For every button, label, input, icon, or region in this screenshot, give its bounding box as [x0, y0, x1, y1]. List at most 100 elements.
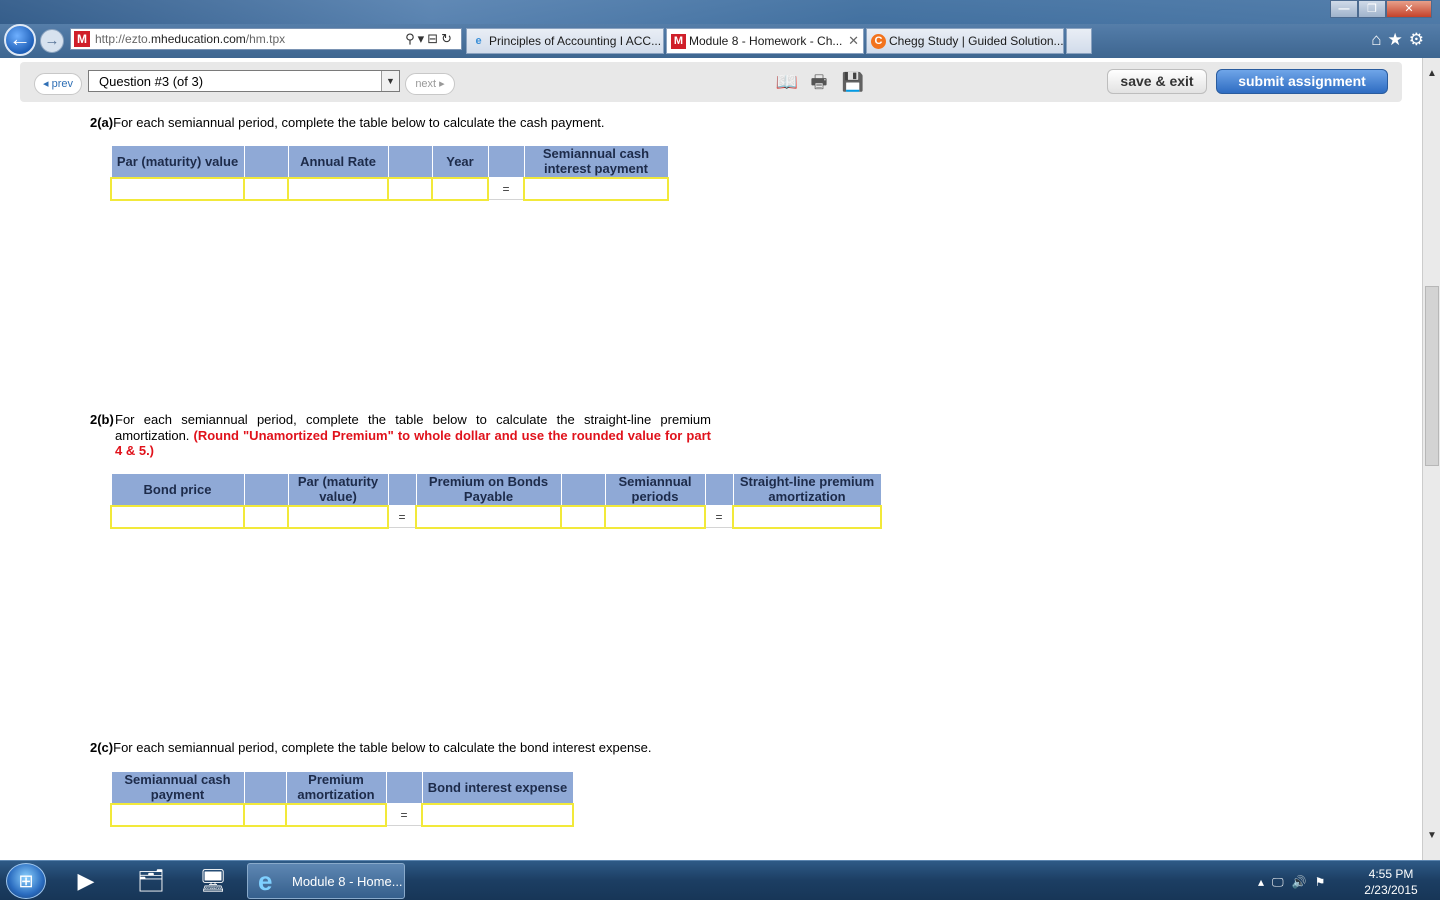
prev-button[interactable]: ◂ prev	[34, 73, 82, 95]
back-arrow-icon[interactable]: ←	[4, 24, 36, 56]
star-icon[interactable]: ★	[1388, 30, 1409, 49]
operator-input[interactable]	[387, 176, 433, 201]
close-window-button[interactable]: ✕	[1386, 0, 1432, 18]
par-maturity-input[interactable]	[287, 504, 389, 529]
year-input[interactable]	[431, 176, 489, 201]
file-explorer-icon[interactable]: 🗂	[131, 865, 171, 897]
part-b-number: 2(b)	[90, 412, 114, 427]
straight-line-amortization-input[interactable]	[732, 504, 882, 529]
new-tab-button[interactable]	[1066, 28, 1092, 54]
tab-label: Principles of Accounting I ACC...	[489, 34, 662, 48]
address-bar[interactable]: M http://ezto.mheducation.com/hm.tpx ⚲▾⊟…	[70, 28, 462, 50]
tray-expand-icon[interactable]: ▴	[1258, 875, 1272, 889]
taskbar-window-label: Module 8 - Home...	[292, 874, 403, 889]
operator-header	[385, 771, 423, 804]
operator-header	[387, 473, 417, 506]
printer-icon[interactable]: 🖶	[807, 70, 831, 94]
bond-interest-expense-input[interactable]	[421, 802, 574, 827]
scroll-thumb[interactable]	[1425, 286, 1439, 466]
part-b-prompt: 2(b) For each semiannual period, complet…	[90, 412, 711, 459]
tab-chegg[interactable]: C Chegg Study | Guided Solution...	[866, 28, 1064, 54]
windows-start-icon[interactable]: ⊞	[6, 863, 46, 899]
premium-amortization-input[interactable]	[285, 802, 387, 827]
next-button[interactable]: next ▸	[405, 73, 455, 95]
part-c-prompt: 2(c)For each semiannual period, complete…	[90, 740, 652, 755]
ie-icon: e	[475, 35, 482, 47]
operator-header	[243, 145, 289, 178]
operator-header	[704, 473, 734, 506]
semiannual-cash-payment-input[interactable]	[110, 802, 245, 827]
premium-amortization-table: Bond price Par (maturity value) Premium …	[110, 473, 882, 529]
submit-assignment-button[interactable]: submit assignment	[1216, 69, 1388, 94]
part-a-prompt: 2(a)For each semiannual period, complete…	[90, 115, 605, 130]
search-icon[interactable]: ⚲	[405, 31, 418, 46]
equals-sign: =	[704, 505, 734, 528]
forward-arrow-icon[interactable]: →	[40, 29, 64, 53]
operator-input[interactable]	[243, 176, 289, 201]
question-select-value: Question #3 (of 3)	[99, 74, 204, 89]
col-header: Semiannual cash payment	[110, 771, 245, 804]
ie-icon: e	[258, 866, 273, 896]
part-c-number: 2(c)	[90, 740, 114, 755]
url-path: /hm.tpx	[245, 32, 286, 46]
premium-on-bonds-input[interactable]	[415, 504, 562, 529]
home-icon[interactable]: ⌂	[1371, 30, 1387, 49]
part-a-number: 2(a)	[90, 115, 114, 130]
save-disk-icon[interactable]: 💾	[841, 70, 865, 94]
annual-rate-input[interactable]	[287, 176, 389, 201]
flag-icon[interactable]: ⚑	[1315, 875, 1334, 889]
compat-icon[interactable]: ⊟	[427, 31, 441, 46]
chegg-icon: C	[871, 34, 886, 49]
save-exit-button[interactable]: save & exit	[1107, 69, 1207, 94]
col-header: Premium amortization	[285, 771, 387, 804]
vertical-scrollbar[interactable]: ▲ ▼	[1422, 58, 1440, 860]
equals-sign: =	[487, 177, 525, 200]
semiannual-periods-input[interactable]	[604, 504, 706, 529]
operator-input[interactable]	[243, 504, 289, 529]
operator-header	[560, 473, 606, 506]
operator-input[interactable]	[560, 504, 606, 529]
volume-icon[interactable]: 🔊	[1292, 875, 1315, 889]
browser-chrome: — ❐ ✕ ← → M http://ezto.mheducation.com/…	[0, 0, 1440, 58]
maximize-button[interactable]: ❐	[1358, 0, 1386, 18]
col-header: Annual Rate	[287, 145, 389, 178]
system-clock[interactable]: 4:55 PM 2/23/2015	[1358, 866, 1424, 898]
operator-input[interactable]	[243, 802, 287, 827]
system-tray: ▴🖵🔊⚑	[1258, 875, 1333, 890]
part-c-text: For each semiannual period, complete the…	[113, 740, 652, 755]
semiannual-interest-input[interactable]	[523, 176, 669, 201]
equals-sign: =	[385, 803, 423, 826]
network-icon[interactable]: 🖵	[1272, 875, 1292, 889]
operator-header	[243, 771, 287, 804]
par-value-input[interactable]	[110, 176, 245, 201]
close-tab-icon[interactable]: ✕	[848, 33, 859, 49]
col-header: Bond interest expense	[421, 771, 574, 804]
gear-icon[interactable]: ⚙	[1409, 30, 1430, 49]
question-select[interactable]: Question #3 (of 3) ▼	[88, 70, 400, 92]
remote-desktop-icon[interactable]: 🖥	[193, 865, 233, 897]
col-header: Semiannual cash interest payment	[523, 145, 669, 178]
col-header: Bond price	[110, 473, 245, 506]
address-tools: ⚲▾⊟↻	[405, 31, 455, 46]
page-content: ◂ prev Question #3 (of 3) ▼ next ▸ 📖 🖶 💾…	[0, 58, 1422, 860]
url-prefix: http://ezto.	[95, 32, 152, 46]
chevron-down-icon[interactable]: ▼	[381, 71, 399, 91]
tab-principles[interactable]: e Principles of Accounting I ACC...	[466, 28, 664, 54]
scroll-down-icon[interactable]: ▼	[1424, 830, 1440, 846]
equals-sign: =	[387, 505, 417, 528]
minimize-button[interactable]: —	[1330, 0, 1358, 18]
scroll-up-icon[interactable]: ▲	[1424, 68, 1440, 84]
cash-payment-table: Par (maturity) value Annual Rate Year Se…	[110, 145, 669, 201]
taskbar-window-button[interactable]: e Module 8 - Home...	[247, 863, 405, 899]
bond-price-input[interactable]	[110, 504, 245, 529]
mheducation-icon: M	[671, 34, 686, 49]
media-player-icon[interactable]: ▶	[66, 865, 106, 897]
refresh-icon[interactable]: ↻	[441, 31, 455, 46]
url-domain: mheducation.com	[151, 32, 246, 46]
site-favicon: M	[74, 31, 90, 47]
bond-interest-expense-table: Semiannual cash payment Premium amortiza…	[110, 771, 574, 827]
tab-module8[interactable]: M Module 8 - Homework - Ch... ✕	[666, 28, 864, 54]
book-icon[interactable]: 📖	[775, 70, 799, 94]
operator-header	[243, 473, 289, 506]
window-controls: — ❐ ✕	[1330, 0, 1432, 18]
